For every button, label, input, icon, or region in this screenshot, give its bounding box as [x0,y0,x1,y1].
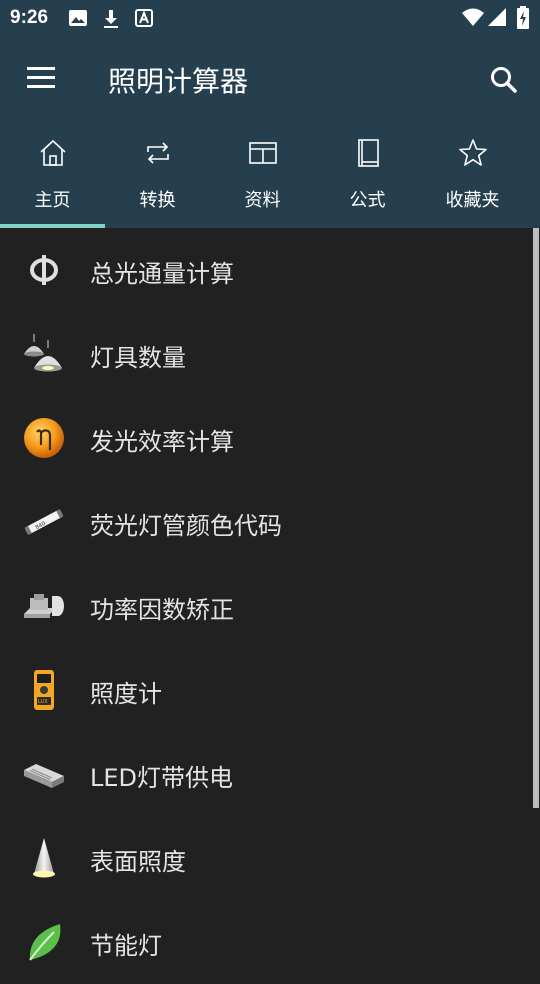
list-item-surface-illuminance[interactable]: 表面照度 [0,816,532,900]
list-item-label: LED灯带供电 [90,764,234,792]
search-icon [491,67,517,93]
tab-convert[interactable]: 转换 [105,120,210,228]
list-item-energy-saving-lamp[interactable]: 节能灯 [0,900,532,984]
list-item-lux-meter[interactable]: LUX 照度计 [0,648,532,732]
tab-label: 转换 [139,190,176,211]
lux-meter-icon: LUX [34,670,54,710]
list-item-label: 节能灯 [90,932,162,960]
capacitor-icon [24,594,64,618]
hamburger-icon-line [27,76,55,79]
list-item-luminous-efficacy[interactable]: 发光效率计算 [0,396,532,480]
tab-label: 主页 [34,190,71,211]
home-icon [40,139,66,166]
book-icon [358,139,379,167]
image-notification-icon [69,10,87,26]
leaf-icon [29,924,61,961]
list-item-label: 总光通量计算 [90,260,234,288]
list-item-label: 灯具数量 [90,344,186,372]
app-title: 照明计算器 [108,65,249,98]
list-item-led-strip-power[interactable]: LED灯带供电 [0,732,532,816]
list-item-label: 表面照度 [90,848,186,876]
search-button[interactable] [484,60,524,100]
tab-data[interactable]: 资料 [210,120,315,228]
tab-favorites[interactable]: 收藏夹 [420,120,525,228]
list-item-fluorescent-color-code[interactable]: 840 荧光灯管颜色代码 [0,480,532,564]
tab-formula[interactable]: 公式 [315,120,420,228]
battery-charging-icon [517,6,529,29]
repeat-icon [147,142,169,164]
star-icon [459,139,487,166]
eta-icon [24,418,64,458]
led-power-supply-icon [24,764,64,788]
wifi-icon [462,8,484,26]
menu-button[interactable] [20,61,62,95]
tab-label: 资料 [244,190,281,211]
tab-bar: 主页 转换 资料 公式 收藏夹 [0,120,540,228]
font-notification-icon [135,9,153,27]
phi-icon [30,255,58,285]
light-cone-icon [33,838,55,878]
status-bar: 9:26 [0,0,540,36]
list-scrollbar[interactable] [533,228,539,808]
svg-text:LUX: LUX [38,699,48,705]
list-item-label: 发光效率计算 [90,428,234,456]
list-item-total-luminous-flux[interactable]: 总光通量计算 [0,228,532,312]
tab-label: 收藏夹 [445,190,500,211]
list-item-power-factor-correction[interactable]: 功率因数矫正 [0,564,532,648]
hamburger-icon-line [27,85,55,88]
calculator-list: 总光通量计算 灯具数量 发光效率计算 840 荧光灯管颜色代码 功率因数矫正 L… [0,228,540,961]
list-item-label: 功率因数矫正 [90,596,234,624]
table-icon [249,142,277,164]
hamburger-icon-line [27,67,55,70]
tab-home[interactable]: 主页 [0,120,105,228]
cellular-signal-icon [488,8,506,26]
download-notification-icon [104,10,118,28]
app-bar: 照明计算器 [0,36,540,120]
list-item-label: 照度计 [90,680,162,708]
status-time: 9:26 [10,7,49,28]
list-item-luminaire-count[interactable]: 灯具数量 [0,312,532,396]
pendant-lamps-icon [24,334,62,372]
fluorescent-tube-icon: 840 [24,509,64,535]
list-item-label: 荧光灯管颜色代码 [90,512,282,540]
tab-label: 公式 [349,190,386,211]
